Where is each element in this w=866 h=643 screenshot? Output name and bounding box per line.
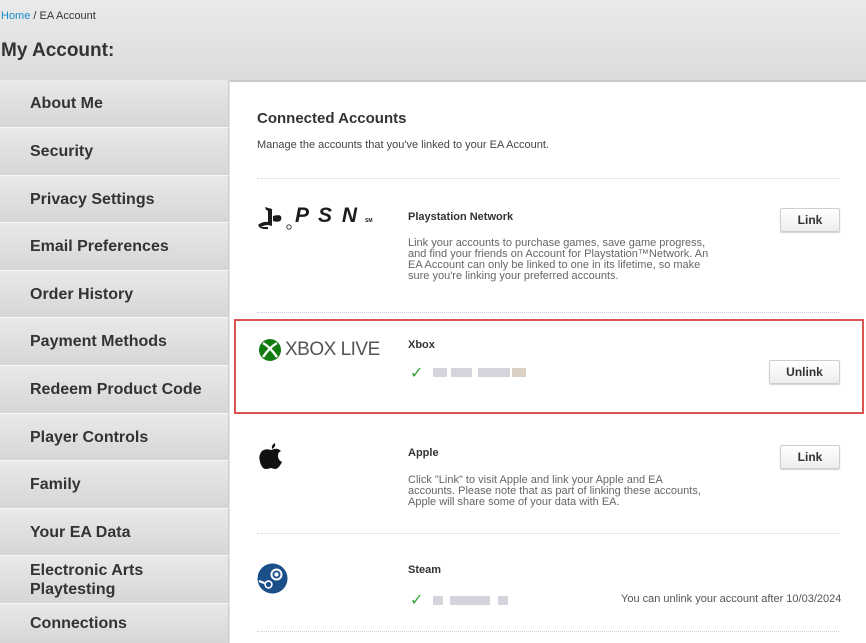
sidebar-item-label: Privacy Settings bbox=[30, 190, 155, 208]
sidebar-item-family[interactable]: Family bbox=[0, 461, 229, 509]
sidebar-item-your-ea-data[interactable]: Your EA Data bbox=[0, 509, 229, 556]
section-description: Manage the accounts that you've linked t… bbox=[257, 139, 549, 151]
sidebar-item-label: Payment Methods bbox=[30, 333, 167, 350]
sidebar-item-ea-playtesting[interactable]: Electronic Arts Playtesting bbox=[0, 556, 229, 604]
xbox-live-logo-text: XBOX LIVE bbox=[285, 339, 380, 360]
xbox-live-logo bbox=[258, 338, 282, 367]
page-header: Home / EA Account My Account: bbox=[0, 0, 866, 80]
breadcrumb-current: EA Account bbox=[39, 10, 96, 22]
sidebar-item-label: Family bbox=[30, 476, 81, 493]
steam-name: Steam bbox=[408, 564, 442, 576]
sidebar-item-label: Redeem Product Code bbox=[30, 381, 202, 398]
sidebar-item-about-me[interactable]: About Me bbox=[0, 80, 229, 128]
apple-name: Apple bbox=[408, 447, 439, 459]
connected-accounts-panel: Connected Accounts Manage the accounts t… bbox=[230, 80, 866, 643]
steam-icon bbox=[257, 563, 288, 594]
psn-name: Playstation Network bbox=[408, 211, 514, 223]
sidebar-item-label: Security bbox=[30, 143, 94, 160]
check-icon: ✓ bbox=[410, 365, 424, 382]
redacted-username bbox=[498, 596, 508, 605]
sidebar-item-label: Electronic Arts Playtesting bbox=[30, 561, 144, 598]
sidebar-item-redeem-product-code[interactable]: Redeem Product Code bbox=[0, 366, 229, 414]
redacted-gamertag bbox=[451, 368, 472, 377]
redacted-gamertag bbox=[433, 368, 447, 377]
redacted-username bbox=[433, 596, 443, 605]
section-title: Connected Accounts bbox=[257, 110, 407, 127]
psn-logo-text: P S N bbox=[295, 204, 360, 227]
sidebar-item-label: About Me bbox=[30, 95, 103, 112]
check-icon: ✓ bbox=[410, 592, 424, 609]
apple-logo bbox=[258, 441, 284, 476]
sidebar-item-label: Email Preferences bbox=[30, 238, 169, 255]
sidebar-item-security[interactable]: Security bbox=[0, 128, 229, 176]
psn-logo: P S N SM bbox=[257, 204, 377, 239]
sidebar-item-player-controls[interactable]: Player Controls bbox=[0, 414, 229, 461]
divider bbox=[257, 178, 839, 179]
psn-description: Link your accounts to purchase games, sa… bbox=[408, 237, 709, 282]
apple-icon bbox=[259, 443, 282, 469]
breadcrumb: Home / EA Account bbox=[1, 10, 96, 22]
xbox-unlink-button[interactable]: Unlink bbox=[769, 360, 840, 384]
sidebar-item-email-preferences[interactable]: Email Preferences bbox=[0, 223, 229, 271]
psn-link-button[interactable]: Link bbox=[780, 208, 840, 232]
psn-logo-trademark: SM bbox=[365, 218, 373, 224]
breadcrumb-separator: / bbox=[33, 10, 37, 22]
redacted-gamertag bbox=[478, 368, 510, 377]
breadcrumb-home-link[interactable]: Home bbox=[1, 10, 30, 22]
sidebar-item-label: Player Controls bbox=[30, 428, 149, 446]
sidebar-item-label: Your EA Data bbox=[30, 523, 131, 541]
sidebar-item-label: Order History bbox=[30, 285, 134, 303]
sidebar-item-label: Connections bbox=[30, 615, 127, 632]
sidebar-item-privacy-settings[interactable]: Privacy Settings bbox=[0, 176, 229, 223]
apple-description: Click "Link" to visit Apple and link you… bbox=[408, 474, 701, 508]
redacted-gamertag bbox=[512, 368, 526, 377]
steam-unlink-note: You can unlink your account after 10/03/… bbox=[621, 593, 842, 605]
xbox-name: Xbox bbox=[408, 339, 435, 351]
page-title: My Account: bbox=[1, 40, 115, 61]
sidebar: About Me Security Privacy Settings Email… bbox=[0, 80, 230, 643]
divider bbox=[257, 533, 839, 534]
xbox-icon bbox=[259, 339, 281, 361]
divider bbox=[257, 631, 839, 632]
sidebar-item-connections[interactable]: Connections bbox=[0, 604, 229, 643]
sidebar-item-order-history[interactable]: Order History bbox=[0, 271, 229, 318]
divider bbox=[257, 312, 839, 313]
steam-logo bbox=[257, 563, 288, 599]
apple-link-button[interactable]: Link bbox=[780, 445, 840, 469]
sidebar-item-payment-methods[interactable]: Payment Methods bbox=[0, 318, 229, 366]
redacted-username bbox=[450, 596, 490, 605]
